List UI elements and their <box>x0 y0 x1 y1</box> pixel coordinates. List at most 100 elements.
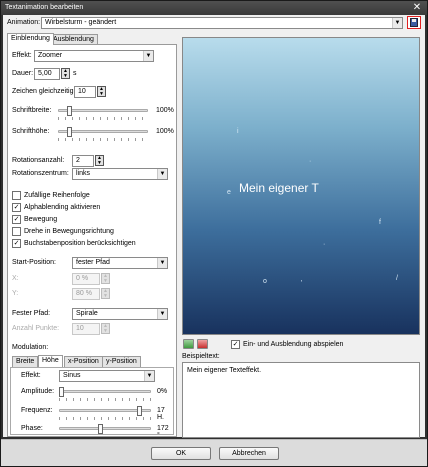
phase-label: Phase: <box>21 425 43 432</box>
title-bar[interactable]: Textanimation bearbeiten ✕ <box>1 1 427 15</box>
dauer-stepper[interactable]: ▲ ▼ <box>61 68 70 79</box>
client-area: Animation: Wirbelsturm - geändert ▼ Einb… <box>3 15 425 439</box>
y-label: Y: <box>12 290 19 297</box>
fester-pfad-label: Fester Pfad: <box>12 310 51 317</box>
modulation-panel: Effekt: Sinus ▼ Amplitude: 0% Frequenz: … <box>10 367 174 439</box>
zeichen-input[interactable]: 10 <box>74 86 96 98</box>
amplitude-ticks <box>59 398 151 401</box>
cancel-button[interactable]: Abbrechen <box>219 447 279 460</box>
dauer-label: Dauer: <box>12 70 34 77</box>
mod-tab-x-position[interactable]: x-Position <box>64 356 103 367</box>
checkbox-zufaellige-reihenfolge[interactable] <box>12 191 21 200</box>
effekt-label: Effekt: <box>12 52 32 59</box>
rotationsanzahl-input[interactable]: 2 <box>72 155 94 167</box>
phase-track <box>59 427 151 430</box>
tab-einblendung[interactable]: Einblendung <box>7 33 54 45</box>
amplitude-value: 0% <box>157 388 168 395</box>
anzahl-punkte-input[interactable]: 10 <box>72 323 100 335</box>
chevron-down-icon: ▼ <box>157 169 167 179</box>
check-mark: ✓ <box>13 240 20 247</box>
preview-glyph: f <box>379 219 381 226</box>
rotationszentrum-label: Rotationszentrum: <box>12 170 69 177</box>
start-position-value: fester Pfad <box>76 259 110 266</box>
frequenz-value: 17 H. <box>157 407 165 421</box>
save-icon <box>410 18 418 27</box>
modulation-label: Modulation: <box>12 344 49 351</box>
checkbox-buchstabenposition[interactable]: ✓ <box>12 239 21 248</box>
phase-slider[interactable] <box>98 424 104 434</box>
amplitude-track <box>59 390 151 393</box>
x-input[interactable]: 0 % <box>72 273 100 285</box>
mod-tab-y-position[interactable]: y-Position <box>102 356 141 367</box>
check-mark: ✓ <box>232 341 239 348</box>
checkbox-label: Alphablending aktivieren <box>24 204 101 211</box>
y-stepper[interactable]: ▲ ▼ <box>101 288 110 299</box>
chevron-down-icon: ▼ <box>392 18 402 28</box>
play-button[interactable] <box>183 339 194 349</box>
animation-select[interactable]: Wirbelsturm - geändert ▼ <box>41 17 403 29</box>
preview-glyph: i <box>237 128 239 135</box>
start-position-label: Start-Position: <box>12 259 56 266</box>
start-position-select[interactable]: fester Pfad ▼ <box>72 257 168 269</box>
checkbox-alphablending[interactable]: ✓ <box>12 203 21 212</box>
animation-value: Wirbelsturm - geändert <box>45 19 117 26</box>
zeichen-stepper[interactable]: ▲ ▼ <box>97 86 106 97</box>
schriftbreite-label: Schriftbreite: <box>12 107 52 114</box>
beispieltext-input[interactable]: Mein eigener Texteffekt. <box>182 362 420 438</box>
anzahl-punkte-label: Anzahl Punkte: <box>12 325 60 332</box>
rotationszentrum-value: links <box>76 170 91 177</box>
x-stepper[interactable]: ▲ ▼ <box>101 273 110 284</box>
checkbox-label: Zufällige Reihenfolge <box>24 192 90 199</box>
rotationszentrum-select[interactable]: links ▼ <box>72 168 168 180</box>
save-animation-button[interactable] <box>407 16 421 29</box>
check-mark: ✓ <box>13 204 20 211</box>
checkbox-bewegung[interactable]: ✓ <box>12 215 21 224</box>
dauer-input[interactable]: 5,00 <box>34 68 60 80</box>
schrifthoehe-slider[interactable] <box>66 127 72 137</box>
schriftbreite-ticks <box>58 117 148 120</box>
chevron-down-icon: ▼ <box>144 371 154 381</box>
zeichen-label: Zeichen gleichzeitig: <box>12 88 76 95</box>
animation-preview: i · e · f o ' / Mein eigener T <box>182 37 420 335</box>
effekt-select[interactable]: Zoomer ▼ <box>34 50 154 62</box>
beispieltext-label: Beispieltext: <box>182 353 220 360</box>
phase-value: 172 ° <box>157 425 169 439</box>
chevron-down-icon: ▼ <box>157 258 167 268</box>
ok-button[interactable]: OK <box>151 447 211 460</box>
mod-tab-breite[interactable]: Breite <box>12 356 39 367</box>
close-icon[interactable]: ✕ <box>411 2 423 14</box>
amplitude-slider[interactable] <box>59 387 64 397</box>
y-input[interactable]: 80 % <box>72 288 100 300</box>
preview-glyph: · <box>309 158 312 165</box>
rotationsanzahl-label: Rotationsanzahl: <box>12 157 65 164</box>
schrifthoehe-label: Schrifthöhe: <box>12 128 50 135</box>
checkbox-label: Drehe in Bewegungsrichtung <box>24 228 114 235</box>
dauer-unit: s <box>73 70 77 77</box>
chevron-down-icon: ▼ <box>157 309 167 319</box>
playback-checkbox[interactable]: ✓ <box>231 340 240 349</box>
checkbox-drehe-bewegungsrichtung[interactable] <box>12 227 21 236</box>
chevron-down-icon: ▼ <box>143 51 153 61</box>
mod-effekt-select[interactable]: Sinus ▼ <box>59 370 155 382</box>
frequenz-label: Frequenz: <box>21 407 53 414</box>
schrifthoehe-value: 100% <box>156 128 174 135</box>
playback-label: Ein- und Ausblendung abspielen <box>243 341 344 348</box>
checkbox-label: Bewegung <box>24 216 58 223</box>
frequenz-slider[interactable] <box>137 406 143 416</box>
stop-button[interactable] <box>197 339 208 349</box>
preview-glyph: · <box>323 241 326 248</box>
frequenz-ticks <box>59 417 151 420</box>
animation-label: Animation: <box>7 19 41 26</box>
schriftbreite-slider[interactable] <box>66 106 72 116</box>
schriftbreite-track <box>58 109 148 112</box>
anzahl-punkte-stepper[interactable]: ▲ ▼ <box>101 323 110 334</box>
fester-pfad-select[interactable]: Spirale ▼ <box>72 308 168 320</box>
schrifthoehe-track <box>58 130 148 133</box>
button-bar: OK Abbrechen <box>1 439 427 466</box>
mod-effekt-label: Effekt: <box>21 372 41 379</box>
mod-tab-hoehe[interactable]: Höhe <box>38 355 63 367</box>
rotationsanzahl-stepper[interactable]: ▲ ▼ <box>95 155 104 166</box>
preview-glyph: ' <box>301 280 303 287</box>
check-mark: ✓ <box>13 216 20 223</box>
preview-glyph: o <box>263 278 267 285</box>
